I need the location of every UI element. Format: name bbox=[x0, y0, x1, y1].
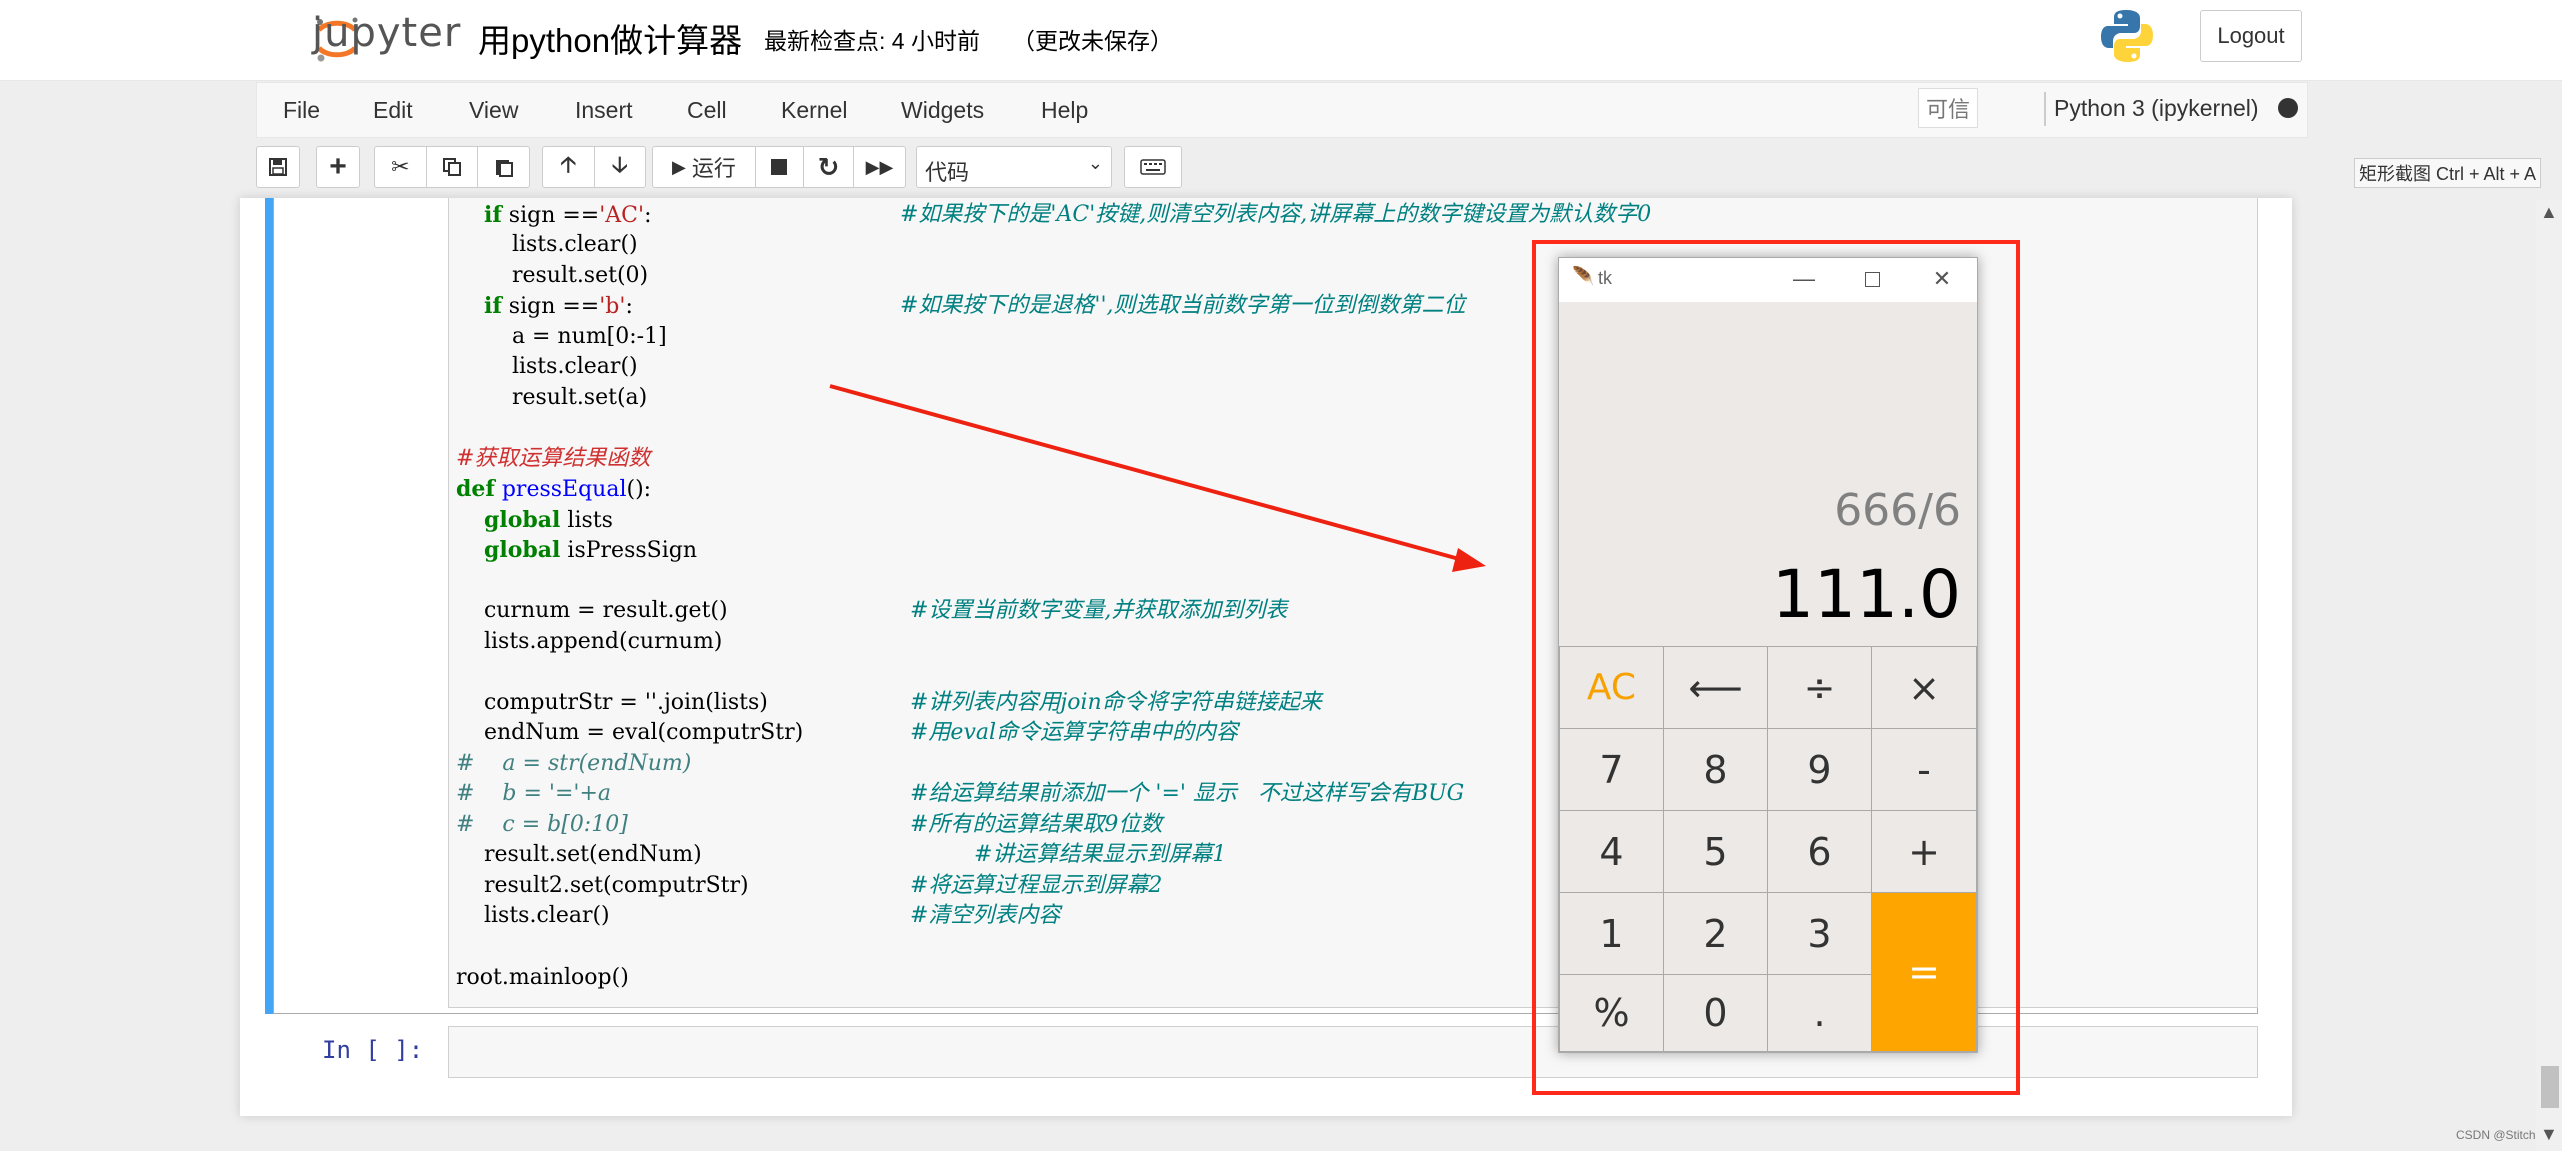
code-comment: #清空列表内容 bbox=[910, 903, 1061, 928]
code-line: result.set(endNum) bbox=[456, 842, 702, 867]
keyboard-icon bbox=[1140, 159, 1166, 175]
code-line: def pressEqual(): bbox=[456, 476, 652, 502]
save-button[interactable] bbox=[256, 146, 300, 188]
code-line: if sign =='b': bbox=[483, 293, 633, 319]
menu-cell[interactable]: Cell bbox=[687, 97, 727, 124]
code-line: global lists bbox=[483, 507, 613, 533]
trusted-indicator[interactable]: 可信 bbox=[1918, 88, 1978, 128]
code-comment: #讲运算结果显示到屏幕1 bbox=[974, 842, 1227, 867]
move-button-group: 🡡 🡣 bbox=[542, 146, 646, 188]
code-line: result2.set(computrStr) bbox=[456, 873, 749, 898]
code-line: global isPressSign bbox=[483, 537, 698, 563]
cut-button[interactable]: ✂ bbox=[375, 147, 427, 187]
code-line: # b = '='+a bbox=[456, 781, 611, 806]
copy-button[interactable] bbox=[427, 147, 479, 187]
code-comment: #用eval命令运算字符串中的内容 bbox=[910, 720, 1239, 745]
restart-run-all-button[interactable]: ▶▶ bbox=[854, 147, 905, 187]
page-scrollbar[interactable] bbox=[2536, 200, 2562, 1151]
code-line: endNum = eval(computrStr) bbox=[456, 720, 804, 745]
cell-type-value: 代码 bbox=[925, 160, 970, 185]
scroll-down-icon[interactable]: ▼ bbox=[2540, 1124, 2558, 1145]
unsaved-status: （更改未保存） bbox=[1012, 28, 1173, 54]
input-prompt: In [ ]: bbox=[322, 1036, 424, 1064]
code-comment: #给运算结果前添加一个 '=' 显示 不过这样写会有BUG bbox=[910, 781, 1465, 806]
menu-edit[interactable]: Edit bbox=[373, 97, 413, 124]
code-line: result.set(a) bbox=[456, 385, 648, 410]
clipboard-button-group: ✂ bbox=[374, 146, 530, 188]
code-line: # a = str(endNum) bbox=[456, 751, 692, 776]
code-line: # c = b[0:10] bbox=[456, 812, 628, 837]
code-comment: #获取运算结果函数 bbox=[456, 446, 651, 471]
code-comment: #如果按下的是'AC'按键,则清空列表内容,讲屏幕上的数字键设置为默认数字0 bbox=[900, 202, 1652, 227]
kernel-idle-icon bbox=[2278, 98, 2298, 118]
code-line: lists.clear() bbox=[456, 903, 610, 928]
menu-widgets[interactable]: Widgets bbox=[901, 97, 984, 124]
run-label: 运行 bbox=[691, 156, 736, 181]
interrupt-button[interactable] bbox=[756, 147, 805, 187]
paste-button[interactable] bbox=[478, 147, 529, 187]
paste-icon bbox=[495, 160, 513, 177]
menu-file[interactable]: File bbox=[283, 97, 320, 124]
cell-selected-bar bbox=[265, 198, 273, 1014]
python-logo-icon bbox=[2101, 10, 2153, 62]
highlight-box bbox=[1532, 240, 2020, 1095]
arrow-up-icon: 🡡 bbox=[560, 152, 577, 177]
kernel-name[interactable]: Python 3 (ipykernel) bbox=[2054, 95, 2259, 122]
code-comment: #所有的运算结果取9位数 bbox=[910, 812, 1163, 837]
move-down-button[interactable]: 🡣 bbox=[595, 147, 646, 187]
code-comment: #设置当前数字变量,并获取添加到列表 bbox=[910, 598, 1288, 623]
code-line: if sign =='AC': bbox=[483, 202, 652, 228]
fast-forward-icon: ▶▶ bbox=[865, 156, 894, 177]
code-line: result.set(0) bbox=[456, 263, 649, 288]
kernel-separator bbox=[2044, 92, 2046, 126]
jupyter-logo-text[interactable]: jupyter bbox=[312, 10, 461, 56]
chevron-down-icon: ⌄ bbox=[1087, 153, 1103, 173]
menu-help[interactable]: Help bbox=[1041, 97, 1088, 124]
scroll-up-icon[interactable]: ▲ bbox=[2540, 202, 2558, 223]
checkpoint-status: 最新检查点: 4 小时前 bbox=[764, 28, 980, 54]
menu-view[interactable]: View bbox=[469, 97, 518, 124]
command-palette-button[interactable] bbox=[1124, 146, 1182, 188]
code-comment: #讲列表内容用join命令将字符串链接起来 bbox=[910, 690, 1322, 715]
menubar: File Edit View Insert Cell Kernel Widget… bbox=[256, 82, 2308, 138]
watermark: CSDN @Stitch bbox=[2456, 1128, 2536, 1142]
play-icon: ▶ bbox=[672, 156, 686, 177]
menu-kernel[interactable]: Kernel bbox=[781, 97, 847, 124]
menu-insert[interactable]: Insert bbox=[575, 97, 633, 124]
code-line: lists.append(curnum) bbox=[456, 629, 723, 654]
code-comment: #将运算过程显示到屏幕2 bbox=[910, 873, 1163, 898]
code-comment: #如果按下的是退格'',则选取当前数字第一位到倒数第二位 bbox=[900, 293, 1466, 318]
notebook-title[interactable]: 用python做计算器 bbox=[478, 14, 742, 62]
code-line: lists.clear() bbox=[456, 354, 638, 379]
move-up-button[interactable]: 🡡 bbox=[543, 147, 595, 187]
cell-type-select[interactable]: 代码 ⌄ bbox=[916, 146, 1112, 188]
arrow-down-icon: 🡣 bbox=[611, 152, 628, 177]
code-line: a = num[0:-1] bbox=[456, 324, 667, 349]
run-button[interactable]: ▶ 运行 bbox=[653, 147, 756, 187]
copy-icon bbox=[443, 158, 461, 176]
logout-button[interactable]: Logout bbox=[2200, 10, 2302, 62]
restart-icon: ↻ bbox=[817, 151, 840, 182]
restart-button[interactable]: ↻ bbox=[804, 147, 855, 187]
code-line: curnum = result.get() bbox=[456, 598, 728, 623]
code-line: root.mainloop() bbox=[456, 965, 629, 990]
insert-cell-button[interactable]: + bbox=[316, 146, 360, 188]
screenshot-tool-hint: 矩形截图 Ctrl + Alt + A bbox=[2354, 158, 2542, 188]
run-button-group: ▶ 运行 ↻ ▶▶ bbox=[652, 146, 906, 188]
code-line: computrStr = ''.join(lists) bbox=[456, 690, 768, 715]
scrollbar-thumb[interactable] bbox=[2541, 1066, 2559, 1108]
save-icon bbox=[269, 158, 287, 176]
stop-icon bbox=[771, 159, 788, 175]
scissors-icon: ✂ bbox=[391, 154, 410, 179]
plus-icon: + bbox=[329, 150, 347, 183]
code-line: lists.clear() bbox=[456, 232, 638, 257]
